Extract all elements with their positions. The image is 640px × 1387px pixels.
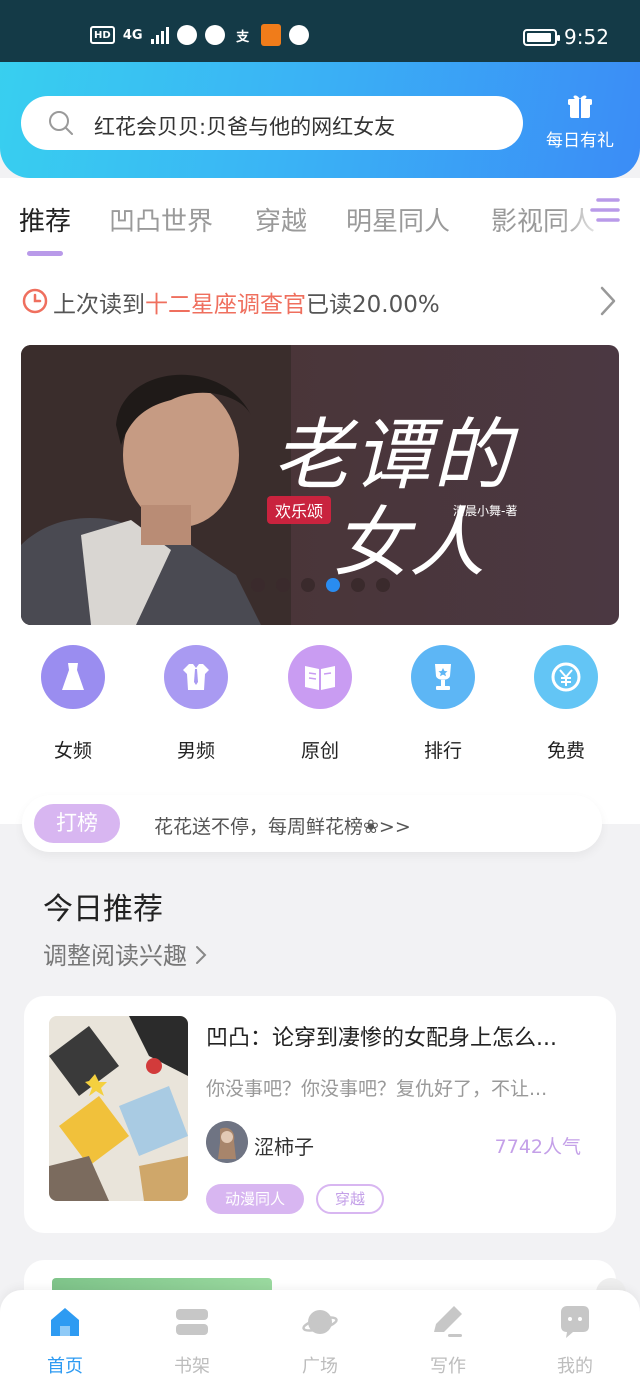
chevron-right-icon[interactable]	[598, 284, 618, 318]
carousel-dot[interactable]	[351, 578, 365, 592]
tag-time-travel[interactable]: 穿越	[316, 1184, 384, 1214]
last-read-progress: 已读20.00%	[306, 292, 440, 318]
book-cover	[49, 1016, 188, 1201]
adjust-label: 调整阅读兴趣	[43, 942, 187, 970]
app-screen: HD 4G 支 9:52 红花会贝贝:贝爸与他的网红女友 每日有礼 推荐 凹凸世…	[0, 0, 640, 1387]
dress-icon	[41, 645, 105, 709]
banner-tag: 欢乐颂	[267, 496, 332, 524]
nav-home[interactable]: 首页	[20, 1304, 110, 1378]
category-label: 原创	[300, 740, 339, 762]
bottom-navigation: 首页 书架 广场 写作 我的	[0, 1290, 640, 1387]
category-male[interactable]: 男频	[136, 645, 256, 763]
category-label: 男频	[176, 740, 215, 762]
menu-icon[interactable]	[588, 196, 622, 226]
daily-gift-button[interactable]: 每日有礼	[540, 92, 620, 156]
last-read-prefix: 上次读到	[53, 292, 145, 318]
last-read-book[interactable]: 十二星座调查官	[145, 292, 306, 318]
search-icon	[49, 111, 73, 135]
carousel-dot[interactable]	[376, 578, 390, 592]
last-read-bar[interactable]: 上次读到十二星座调查官已读20.00%	[22, 285, 622, 321]
nav-label: 广场	[302, 1356, 338, 1377]
bookshelf-icon	[176, 1309, 208, 1335]
carousel-dots	[251, 578, 390, 592]
nav-bookshelf[interactable]: 书架	[147, 1304, 237, 1378]
pen-icon	[434, 1306, 462, 1337]
active-tab-indicator	[27, 251, 63, 256]
last-read-text: 上次读到十二星座调查官已读20.00%	[53, 285, 440, 319]
hd-icon: HD	[90, 26, 115, 44]
rank-announcement[interactable]: 打榜 花花送不停，每周鲜花榜❀>>	[22, 795, 602, 852]
promo-banner[interactable]: 老谭的 女人 欢乐颂 清晨小舞-著	[21, 345, 619, 625]
carousel-dot-active[interactable]	[326, 578, 340, 592]
search-bar[interactable]: 红花会贝贝:贝爸与他的网红女友	[21, 96, 523, 150]
category-grid: 女频 男频 原创 排行 免费	[0, 645, 640, 775]
carousel-dot[interactable]	[251, 578, 265, 592]
tag-anime-fanfic[interactable]: 动漫同人	[206, 1184, 304, 1214]
status-time: 9:52	[564, 25, 609, 49]
book-title: 凹凸：论穿到凄惨的女配身上怎么...	[206, 1026, 557, 1051]
chevron-right-icon	[196, 946, 207, 964]
category-female[interactable]: 女频	[13, 645, 133, 763]
popularity-count: 7742人气	[494, 1136, 581, 1158]
rank-badge[interactable]: 打榜	[34, 804, 120, 843]
nav-label: 书架	[174, 1356, 210, 1377]
book-card[interactable]: 凹凸：论穿到凄惨的女配身上怎么... 你没事吧？你没事吧？复仇好了，不让... …	[24, 996, 616, 1233]
yuan-icon	[534, 645, 598, 709]
nav-label: 我的	[557, 1356, 593, 1377]
status-icons: HD 4G 支	[90, 24, 309, 46]
category-label: 排行	[423, 740, 462, 762]
category-original[interactable]: 原创	[260, 645, 380, 763]
header: HD 4G 支 9:52 红花会贝贝:贝爸与他的网红女友 每日有礼	[0, 0, 640, 178]
section-title: 今日推荐	[43, 892, 163, 927]
message-icon	[176, 25, 197, 45]
carousel-dot[interactable]	[276, 578, 290, 592]
globe-icon	[288, 25, 309, 45]
tab-recommend[interactable]: 推荐	[19, 201, 71, 238]
book-description: 你没事吧？你没事吧？复仇好了，不让...	[206, 1078, 548, 1100]
planet-icon	[302, 1310, 338, 1334]
tab-celebrity-fanfic[interactable]: 明星同人	[346, 201, 450, 238]
tab-aotu-world[interactable]: 凹凸世界	[109, 201, 213, 238]
avatar	[206, 1121, 248, 1163]
status-bar: HD 4G 支 9:52	[0, 0, 640, 62]
category-label: 免费	[546, 740, 585, 762]
category-ranking[interactable]: 排行	[383, 645, 503, 763]
nav-square[interactable]: 广场	[275, 1304, 365, 1378]
chat-icon	[561, 1306, 589, 1338]
shirt-icon	[164, 645, 228, 709]
alipay-icon: 支	[236, 29, 250, 45]
signal-icon	[150, 26, 169, 44]
clock-icon	[22, 288, 48, 314]
book-icon	[288, 645, 352, 709]
rank-text: 花花送不停，每周鲜花榜❀>>	[154, 816, 411, 838]
category-free[interactable]: 免费	[506, 645, 626, 763]
nav-label: 写作	[430, 1356, 466, 1377]
nav-label: 首页	[47, 1356, 83, 1377]
banner-title-line2: 女人	[333, 498, 485, 587]
search-placeholder: 红花会贝贝:贝爸与他的网红女友	[94, 115, 396, 139]
carousel-dot[interactable]	[301, 578, 315, 592]
category-label: 女频	[53, 740, 92, 762]
network-type: 4G	[122, 27, 143, 43]
category-tabs: 推荐 凹凸世界 穿越 明星同人 影视同人	[0, 195, 640, 255]
home-icon	[51, 1308, 79, 1336]
trophy-icon	[411, 645, 475, 709]
bird-icon	[204, 25, 225, 45]
nav-write[interactable]: 写作	[403, 1304, 493, 1378]
banner-author: 清晨小舞-著	[453, 504, 518, 518]
adjust-interests-link[interactable]: 调整阅读兴趣	[43, 936, 207, 971]
tab-time-travel[interactable]: 穿越	[255, 201, 307, 238]
author-name: 涩柿子	[254, 1135, 314, 1159]
battery-icon	[523, 29, 560, 46]
nav-mine[interactable]: 我的	[530, 1304, 620, 1378]
gift-icon	[568, 95, 592, 118]
gift-label: 每日有礼	[546, 131, 614, 151]
taobao-icon	[260, 24, 281, 46]
